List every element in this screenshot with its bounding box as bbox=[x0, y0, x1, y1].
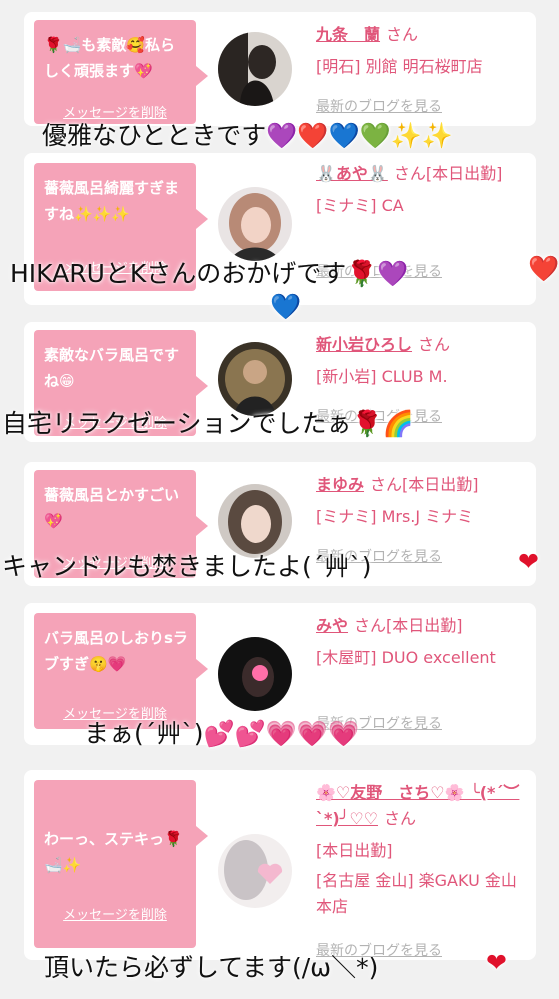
message-text: 🌹🛁も素敵🥰私らしく頑張ます💖 bbox=[44, 36, 176, 80]
avatar[interactable] bbox=[218, 637, 292, 711]
shop-name: [ミナミ] CA bbox=[316, 196, 404, 215]
shop-name: [明石] 別館 明石桜町店 bbox=[316, 57, 483, 76]
overlay-caption: キャンドルも焚きましたよ(´艸`) bbox=[2, 552, 372, 581]
overlay-heart: ❤ bbox=[486, 948, 507, 977]
overlay-caption: 自宅リラクゼーションでしたぁ🌹🌈 bbox=[2, 409, 414, 438]
shop-name-secondary: [名古屋 金山] 楽GAKU 金山本店 bbox=[316, 871, 517, 916]
user-info: 🐰あや🐰 さん[本日出勤] [ミナミ] CA bbox=[316, 161, 526, 219]
message-bubble: 🌹🛁も素敵🥰私らしく頑張ます💖 メッセージを削除 bbox=[34, 20, 208, 124]
overlay-caption: 💙 bbox=[270, 292, 302, 321]
avatar-photo-icon bbox=[218, 637, 292, 711]
avatar-photo-icon bbox=[218, 834, 292, 908]
view-blog-link[interactable]: 最新のブログを見る bbox=[316, 96, 442, 116]
user-suffix: さん[本日出勤] bbox=[354, 616, 463, 635]
message-text: バラ風呂のしおりsラブすぎ🤫💗 bbox=[44, 629, 188, 673]
user-suffix: さん[本日出勤] bbox=[393, 164, 503, 183]
delete-message-link[interactable]: メッセージを削除 bbox=[34, 904, 196, 923]
message-text: 素敵なバラ風呂ですね😁 bbox=[44, 346, 180, 390]
shop-name: [新小岩] CLUB M. bbox=[316, 367, 448, 386]
user-name-link[interactable]: 🐰あや🐰 bbox=[316, 164, 388, 183]
message-bubble: わーっ、ステキっ🌹🛁✨ メッセージを削除 bbox=[34, 780, 208, 948]
message-text: 薔薇風呂とかすごい💖 bbox=[44, 486, 180, 530]
shop-name: [本日出勤] bbox=[316, 841, 393, 860]
avatar-photo-icon bbox=[218, 187, 292, 261]
user-info: まゆみ さん[本日出勤] [ミナミ] Mrs.J ミナミ bbox=[316, 472, 526, 530]
overlay-heart: ❤️ bbox=[528, 254, 559, 283]
avatar[interactable] bbox=[218, 32, 292, 106]
user-name-link[interactable]: 🌸♡友野 さち♡🌸 ╰(*´︶`*)╯♡♡ bbox=[316, 783, 519, 828]
user-suffix: さん bbox=[418, 335, 451, 354]
avatar[interactable] bbox=[218, 187, 292, 261]
user-name-link[interactable]: 新小岩ひろし bbox=[316, 335, 412, 354]
user-suffix: さん bbox=[386, 25, 419, 44]
message-card: わーっ、ステキっ🌹🛁✨ メッセージを削除 🌸♡友野 さち♡🌸 ╰(*´︶`*)╯… bbox=[24, 770, 536, 960]
shop-name: [木屋町] DUO excellent bbox=[316, 648, 496, 667]
user-name-link[interactable]: まゆみ bbox=[316, 475, 364, 494]
overlay-heart: ❤ bbox=[518, 547, 539, 576]
user-info: 九条 蘭さん [明石] 別館 明石桜町店 bbox=[316, 22, 526, 80]
avatar-photo-icon bbox=[218, 32, 292, 106]
message-card: 🌹🛁も素敵🥰私らしく頑張ます💖 メッセージを削除 九条 蘭さん [明石] 別館 … bbox=[24, 12, 536, 126]
user-info: 新小岩ひろし さん [新小岩] CLUB M. bbox=[316, 332, 526, 390]
overlay-caption: HIKARUとKさんのおかげです🌹💜 bbox=[10, 259, 409, 288]
user-info: みや さん[本日出勤] [木屋町] DUO excellent bbox=[316, 613, 526, 671]
avatar[interactable] bbox=[218, 834, 292, 908]
user-name-link[interactable]: みや bbox=[316, 616, 348, 635]
user-suffix: さん[本日出勤] bbox=[370, 475, 479, 494]
shop-name: [ミナミ] Mrs.J ミナミ bbox=[316, 507, 474, 526]
message-text: わーっ、ステキっ🌹🛁✨ bbox=[44, 830, 183, 874]
overlay-caption: まぁ(´艸`)💕💕💗💗💗 bbox=[84, 719, 360, 748]
message-bubble: バラ風呂のしおりsラブすぎ🤫💗 メッセージを削除 bbox=[34, 613, 208, 729]
overlay-caption: 優雅なひとときです💜❤️💙💚✨✨ bbox=[42, 121, 454, 150]
message-text: 薔薇風呂綺麗すぎますね✨✨✨ bbox=[44, 179, 180, 223]
user-suffix: さん bbox=[384, 809, 417, 828]
user-info: 🌸♡友野 さち♡🌸 ╰(*´︶`*)╯♡♡ さん [本日出勤] [名古屋 金山] … bbox=[316, 780, 526, 920]
overlay-caption: 頂いたら必ずしてます(/ω＼*) bbox=[44, 953, 379, 982]
user-name-link[interactable]: 九条 蘭 bbox=[316, 25, 380, 44]
